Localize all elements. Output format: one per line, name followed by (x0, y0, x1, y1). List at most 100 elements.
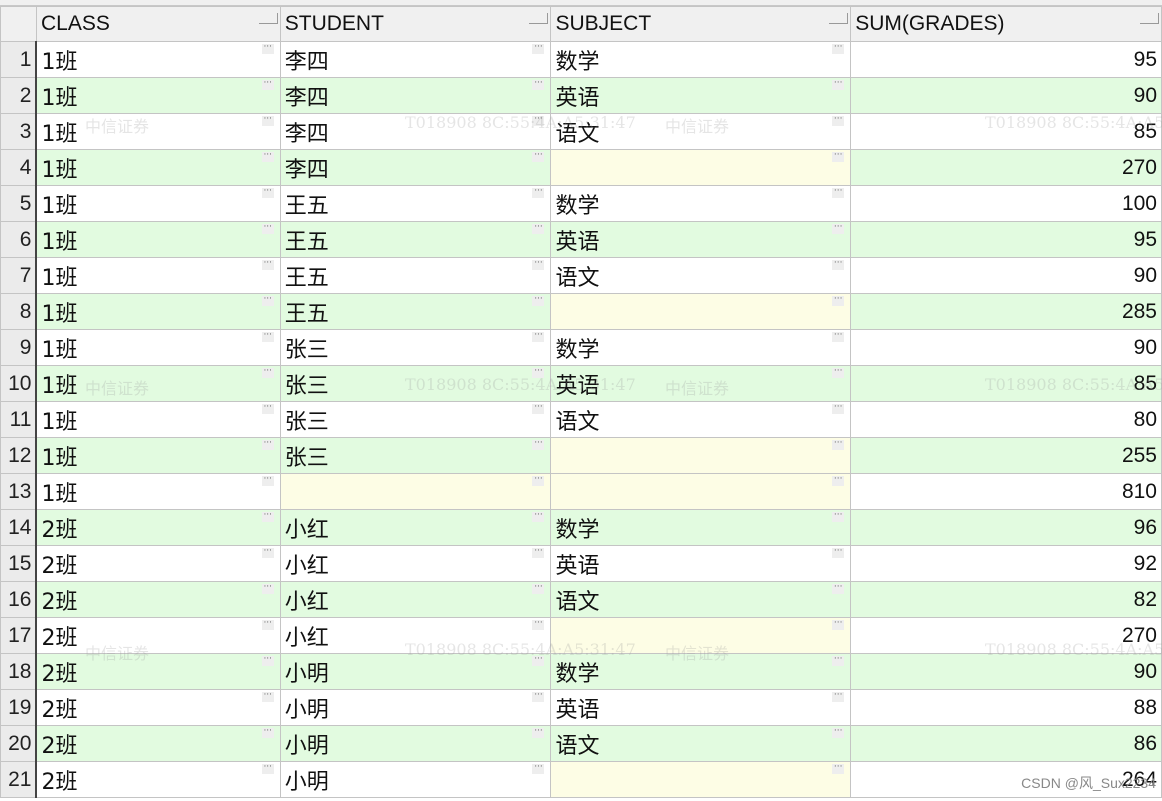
cell-sum-grades[interactable]: 85 (850, 113, 1162, 150)
cell-student[interactable]: 小明 ··· (279, 761, 552, 798)
ellipsis-button-icon[interactable]: ··· (532, 691, 545, 702)
cell-sum-grades[interactable]: 810 (850, 473, 1162, 510)
resize-handle-icon[interactable] (829, 13, 849, 24)
cell-class[interactable]: 2班 ··· (35, 689, 281, 726)
cell-sum-grades[interactable]: 90 (850, 653, 1162, 690)
ellipsis-button-icon[interactable]: ··· (532, 475, 545, 486)
table-row[interactable]: 21 2班 ··· 小明 ··· ··· 264 (0, 761, 1162, 798)
cell-class[interactable]: 1班 ··· (35, 185, 281, 222)
resize-handle-icon[interactable] (1140, 13, 1159, 24)
ellipsis-button-icon[interactable]: ··· (261, 439, 274, 450)
column-header-subject[interactable]: SUBJECT (550, 6, 852, 42)
row-number[interactable]: 1 (0, 41, 38, 78)
cell-subject[interactable]: 英语 ··· (550, 221, 852, 258)
ellipsis-button-icon[interactable]: ··· (261, 583, 274, 594)
row-number[interactable]: 2 (0, 77, 38, 114)
ellipsis-button-icon[interactable]: ··· (261, 295, 274, 306)
table-row[interactable]: 20 2班 ··· 小明 ··· 语文 ··· 86 (0, 725, 1162, 762)
row-number[interactable]: 11 (0, 401, 38, 438)
cell-class[interactable]: 1班 ··· (35, 149, 281, 186)
ellipsis-button-icon[interactable]: ··· (832, 547, 845, 558)
ellipsis-button-icon[interactable]: ··· (832, 115, 845, 126)
resize-handle-icon[interactable] (258, 13, 278, 24)
cell-student[interactable]: 张三 ··· (279, 437, 552, 474)
row-number-header[interactable] (0, 6, 37, 42)
table-row[interactable]: 5 1班 ··· 王五 ··· 数学 ··· 100 (0, 185, 1162, 222)
row-number[interactable]: 13 (0, 473, 38, 510)
cell-subject[interactable]: 语文 ··· (550, 113, 852, 150)
cell-sum-grades[interactable]: 95 (850, 41, 1162, 78)
cell-sum-grades[interactable]: 96 (850, 509, 1162, 546)
table-row[interactable]: 3 1班 ··· 李四 ··· 语文 ··· 85 (0, 113, 1162, 150)
ellipsis-button-icon[interactable]: ··· (261, 619, 274, 630)
table-row[interactable]: 15 2班 ··· 小红 ··· 英语 ··· 92 (0, 545, 1162, 582)
ellipsis-button-icon[interactable]: ··· (261, 763, 274, 774)
table-row[interactable]: 7 1班 ··· 王五 ··· 语文 ··· 90 (0, 257, 1162, 294)
cell-student[interactable]: 小明 ··· (279, 725, 552, 762)
cell-class[interactable]: 1班 ··· (35, 41, 281, 78)
table-row[interactable]: 8 1班 ··· 王五 ··· ··· 285 (0, 293, 1162, 330)
ellipsis-button-icon[interactable]: ··· (261, 691, 274, 702)
ellipsis-button-icon[interactable]: ··· (261, 259, 274, 270)
cell-sum-grades[interactable]: 100 (850, 185, 1162, 222)
row-number[interactable]: 15 (0, 545, 38, 582)
ellipsis-button-icon[interactable]: ··· (832, 475, 845, 486)
ellipsis-button-icon[interactable]: ··· (532, 763, 545, 774)
cell-subject[interactable]: ··· (550, 473, 852, 510)
cell-student[interactable]: 小红 ··· (279, 509, 552, 546)
cell-student[interactable]: 小红 ··· (279, 617, 552, 654)
cell-class[interactable]: 1班 ··· (35, 77, 281, 114)
cell-subject[interactable]: 英语 ··· (550, 77, 852, 114)
ellipsis-button-icon[interactable]: ··· (261, 511, 274, 522)
ellipsis-button-icon[interactable]: ··· (261, 475, 274, 486)
ellipsis-button-icon[interactable]: ··· (832, 331, 845, 342)
row-number[interactable]: 8 (0, 293, 38, 330)
column-header-sum-grades[interactable]: SUM(GRADES) (850, 6, 1162, 42)
ellipsis-button-icon[interactable]: ··· (532, 151, 545, 162)
cell-subject[interactable]: 语文 ··· (550, 581, 852, 618)
cell-subject[interactable]: 数学 ··· (550, 653, 852, 690)
cell-sum-grades[interactable]: 86 (850, 725, 1162, 762)
cell-class[interactable]: 1班 ··· (35, 329, 281, 366)
ellipsis-button-icon[interactable]: ··· (832, 403, 845, 414)
cell-sum-grades[interactable]: 90 (850, 77, 1162, 114)
table-row[interactable]: 10 1班 ··· 张三 ··· 英语 ··· 85 (0, 365, 1162, 402)
ellipsis-button-icon[interactable]: ··· (832, 79, 845, 90)
cell-class[interactable]: 2班 ··· (35, 617, 281, 654)
cell-class[interactable]: 2班 ··· (35, 581, 281, 618)
cell-sum-grades[interactable]: 255 (850, 437, 1162, 474)
cell-sum-grades[interactable]: 95 (850, 221, 1162, 258)
ellipsis-button-icon[interactable]: ··· (532, 583, 545, 594)
cell-student[interactable]: 王五 ··· (279, 221, 552, 258)
cell-class[interactable]: 1班 ··· (35, 221, 281, 258)
ellipsis-button-icon[interactable]: ··· (532, 295, 545, 306)
cell-student[interactable]: 小明 ··· (279, 689, 552, 726)
ellipsis-button-icon[interactable]: ··· (832, 511, 845, 522)
ellipsis-button-icon[interactable]: ··· (832, 151, 845, 162)
ellipsis-button-icon[interactable]: ··· (832, 295, 845, 306)
row-number[interactable]: 3 (0, 113, 38, 150)
cell-sum-grades[interactable]: 270 (850, 149, 1162, 186)
ellipsis-button-icon[interactable]: ··· (832, 691, 845, 702)
ellipsis-button-icon[interactable]: ··· (261, 727, 274, 738)
ellipsis-button-icon[interactable]: ··· (261, 331, 274, 342)
table-row[interactable]: 11 1班 ··· 张三 ··· 语文 ··· 80 (0, 401, 1162, 438)
ellipsis-button-icon[interactable]: ··· (532, 655, 545, 666)
cell-subject[interactable]: ··· (550, 293, 852, 330)
table-row[interactable]: 4 1班 ··· 李四 ··· ··· 270 (0, 149, 1162, 186)
ellipsis-button-icon[interactable]: ··· (261, 403, 274, 414)
table-row[interactable]: 18 2班 ··· 小明 ··· 数学 ··· 90 (0, 653, 1162, 690)
cell-sum-grades[interactable]: 82 (850, 581, 1162, 618)
ellipsis-button-icon[interactable]: ··· (832, 187, 845, 198)
cell-subject[interactable]: 数学 ··· (550, 329, 852, 366)
cell-subject[interactable]: ··· (550, 617, 852, 654)
table-row[interactable]: 1 1班 ··· 李四 ··· 数学 ··· 95 (0, 41, 1162, 78)
cell-student[interactable]: 小红 ··· (279, 581, 552, 618)
ellipsis-button-icon[interactable]: ··· (832, 439, 845, 450)
row-number[interactable]: 14 (0, 509, 38, 546)
cell-class[interactable]: 1班 ··· (35, 473, 281, 510)
cell-class[interactable]: 1班 ··· (35, 365, 281, 402)
ellipsis-button-icon[interactable]: ··· (261, 367, 274, 378)
ellipsis-button-icon[interactable]: ··· (532, 439, 545, 450)
cell-subject[interactable]: ··· (550, 437, 852, 474)
